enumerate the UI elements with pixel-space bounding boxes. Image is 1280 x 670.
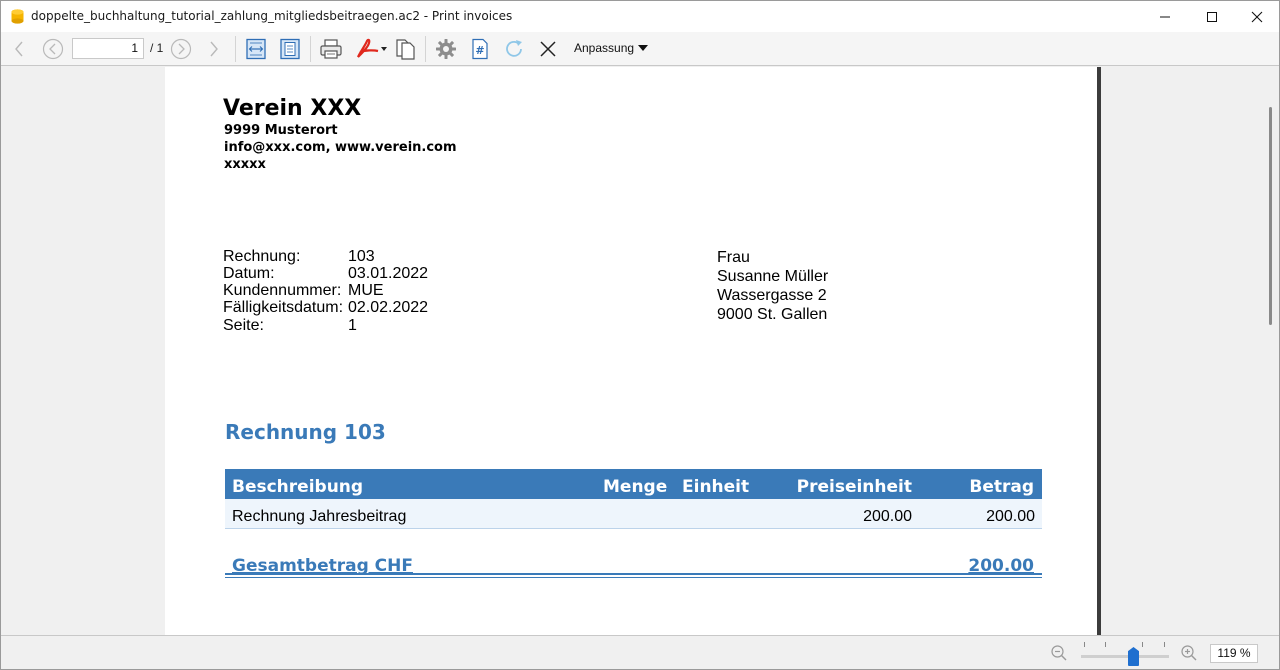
cell-unit-price: 200.00 (863, 508, 912, 525)
table-row: Rechnung Jahresbeitrag 200.00 200.00 (225, 499, 1042, 529)
export-pdf-button[interactable] (353, 36, 389, 62)
address-street: Wassergasse 2 (717, 287, 827, 304)
total-double-underline (225, 577, 1042, 578)
zoom-mode-label: Anpassung (574, 41, 635, 55)
zoom-tick (1142, 642, 1143, 647)
fit-page-icon (280, 38, 300, 60)
toolbar-separator (235, 36, 236, 62)
zoom-value-field[interactable]: 119 % (1210, 644, 1258, 663)
fit-width-icon (246, 38, 266, 60)
zoom-mode-dropdown[interactable]: Anpassung (574, 41, 649, 55)
print-invoices-window: doppelte_buchhaltung_tutorial_zahlung_mi… (0, 0, 1280, 670)
column-header-quantity: Menge (603, 477, 668, 497)
maximize-button[interactable] (1189, 1, 1235, 32)
info-value-customer: MUE (348, 282, 384, 299)
address-city: 9000 St. Gallen (717, 306, 828, 323)
chevron-left-icon (15, 41, 23, 57)
info-label-customer: Kundennummer: (223, 282, 342, 299)
hash-document-icon: # (472, 38, 488, 60)
column-header-unit: Einheit (682, 477, 750, 497)
gear-icon (436, 39, 456, 59)
cell-description: Rechnung Jahresbeitrag (232, 508, 407, 525)
page-numbering-button[interactable]: # (467, 36, 493, 62)
zoom-tick (1164, 642, 1165, 647)
zoom-tick (1084, 642, 1085, 647)
status-bar (1, 635, 1279, 669)
zoom-out-icon (1051, 645, 1067, 661)
info-value-invoice: 103 (348, 248, 375, 265)
invoice-title: Rechnung 103 (225, 420, 386, 444)
info-value-due-date: 02.02.2022 (348, 299, 429, 316)
column-header-description: Beschreibung (232, 477, 364, 497)
organization-city: 9999 Musterort (224, 123, 338, 138)
organization-contact: info@xxx.com, www.verein.com (224, 140, 457, 155)
page-number-input[interactable]: 1 (72, 38, 144, 59)
close-preview-button[interactable] (535, 36, 561, 62)
toolbar-separator (310, 36, 311, 62)
zoom-in-icon (1181, 645, 1197, 661)
organization-extra: xxxxx (224, 157, 266, 172)
info-value-date: 03.01.2022 (348, 265, 429, 282)
info-label-due-date: Fälligkeitsdatum: (223, 299, 344, 316)
column-header-unit-price: Preiseinheit (796, 477, 912, 497)
print-button[interactable] (317, 36, 345, 62)
settings-button[interactable] (433, 36, 459, 62)
zoom-tick (1105, 642, 1106, 647)
copy-button[interactable] (391, 36, 419, 62)
refresh-icon (506, 40, 522, 57)
info-value-page: 1 (348, 317, 357, 334)
vertical-scrollbar[interactable] (1269, 107, 1272, 325)
circle-chevron-left-icon (42, 38, 64, 60)
close-icon (1251, 11, 1263, 22)
first-page-button[interactable] (9, 36, 29, 62)
toolbar-separator (425, 36, 426, 62)
maximize-icon (1207, 11, 1217, 22)
zoom-in-button[interactable] (1180, 644, 1198, 666)
info-label-page: Seite: (223, 317, 264, 334)
banana-app-icon (11, 9, 24, 24)
window-title: doppelte_buchhaltung_tutorial_zahlung_mi… (31, 9, 513, 23)
page-total-label: / 1 (150, 41, 164, 55)
cell-amount: 200.00 (986, 508, 1035, 525)
close-window-button[interactable] (1234, 1, 1280, 32)
column-header-amount: Betrag (969, 477, 1034, 497)
copy-pages-icon (396, 39, 415, 60)
last-page-button[interactable] (204, 36, 224, 62)
chevron-right-icon (210, 41, 218, 57)
fit-width-button[interactable] (243, 36, 269, 62)
refresh-button[interactable] (501, 36, 527, 62)
info-label-date: Datum: (223, 265, 275, 282)
page-shadow (1097, 67, 1101, 635)
preview-area: Verein XXX 9999 Musterort info@xxx.com, … (1, 67, 1279, 635)
organization-name: Verein XXX (223, 96, 362, 121)
total-underline (225, 573, 1042, 575)
address-salutation: Frau (717, 249, 750, 266)
title-bar: doppelte_buchhaltung_tutorial_zahlung_mi… (1, 1, 1279, 32)
caret-down-icon (638, 44, 649, 51)
next-page-button[interactable] (169, 36, 193, 62)
circle-chevron-right-icon (170, 38, 192, 60)
svg-text:#: # (475, 44, 484, 57)
previous-page-button[interactable] (41, 36, 65, 62)
info-label-invoice: Rechnung: (223, 248, 301, 265)
minimize-icon (1160, 16, 1170, 17)
zoom-slider-track[interactable] (1081, 655, 1169, 658)
close-icon (540, 41, 556, 57)
items-table-header: Beschreibung Menge Einheit Preiseinheit … (225, 469, 1042, 499)
minimize-button[interactable] (1142, 1, 1188, 32)
pdf-icon (357, 38, 387, 58)
fit-page-button[interactable] (277, 36, 303, 62)
zoom-out-button[interactable] (1050, 644, 1068, 666)
printer-icon (320, 39, 342, 59)
address-name: Susanne Müller (717, 268, 829, 285)
